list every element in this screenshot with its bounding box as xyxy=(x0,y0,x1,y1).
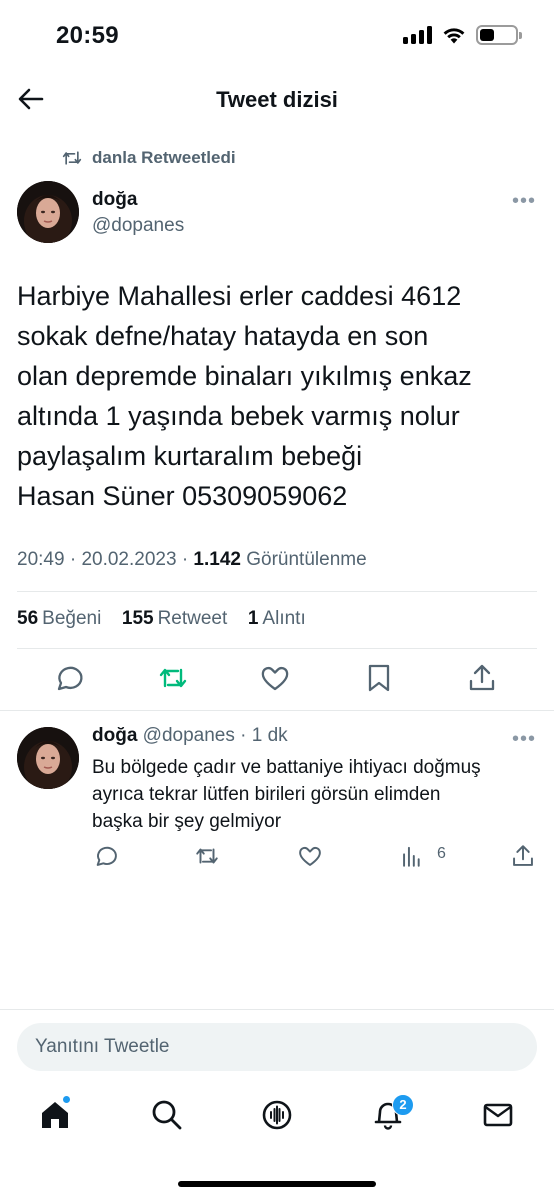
tab-bar: 2 xyxy=(0,1088,554,1148)
retweets-stat[interactable]: 155 Retweet xyxy=(122,608,227,629)
reply-retweet-icon[interactable] xyxy=(194,843,220,869)
reply-input[interactable] xyxy=(17,1023,537,1071)
divider xyxy=(17,591,537,592)
tweet-text-line: sokak defne/hatay hatayda en son xyxy=(17,321,429,351)
reply-views-count: 6 xyxy=(437,845,446,862)
retweets-label: Retweet xyxy=(157,608,228,629)
bookmark-icon[interactable] xyxy=(363,662,395,694)
reply-like-icon[interactable] xyxy=(297,843,323,869)
tweet-text-line: altında 1 yaşında bebek varmış nolur xyxy=(17,401,460,431)
reply-actions: 6 xyxy=(0,843,554,871)
tweet-text-line: Hasan Süner 05309059062 xyxy=(17,481,348,511)
spaces-icon[interactable] xyxy=(260,1098,294,1132)
divider xyxy=(0,1009,554,1010)
likes-count: 56 xyxy=(17,608,39,629)
cellular-signal-icon xyxy=(403,26,432,44)
reply-text-line: Bu bölgede çadır ve battaniye ihtiyacı d… xyxy=(92,757,481,778)
reply-author-handle[interactable]: @dopanes xyxy=(143,725,235,746)
home-indicator xyxy=(178,1181,376,1187)
retweet-context[interactable]: danla Retweetledi xyxy=(62,148,236,168)
reply-header: doğa @dopanes · 1 dk xyxy=(92,725,288,746)
views-label: Görüntülenme xyxy=(246,549,367,570)
divider xyxy=(0,710,554,711)
status-icons xyxy=(403,25,522,45)
likes-stat[interactable]: 56 Beğeni xyxy=(17,608,101,629)
quotes-label: Alıntı xyxy=(262,608,306,629)
quotes-count: 1 xyxy=(247,608,259,629)
battery-icon xyxy=(476,25,522,45)
reply-text-line: ayrıca tekrar lütfen birileri görsün eli… xyxy=(92,784,441,805)
tweet-text: Harbiye Mahallesi erler caddesi 4612 sok… xyxy=(17,276,537,516)
likes-label: Beğeni xyxy=(42,608,102,629)
views-icon[interactable] xyxy=(400,843,426,869)
tweet-meta: 20:49 · 20.02.2023 · 1.142 Görüntülenme xyxy=(17,549,367,570)
wifi-icon xyxy=(443,28,465,44)
messages-icon[interactable] xyxy=(481,1098,515,1132)
retweets-count: 155 xyxy=(121,608,154,629)
tweet-text-line: Harbiye Mahallesi erler caddesi 4612 xyxy=(17,281,462,311)
author-name[interactable]: doğa xyxy=(92,189,137,211)
header: Tweet dizisi xyxy=(0,72,554,128)
avatar[interactable] xyxy=(17,181,79,243)
retweet-context-label: danla Retweetledi xyxy=(92,148,236,167)
tweet-date: 20.02.2023 xyxy=(81,549,177,570)
more-options-icon[interactable]: ••• xyxy=(512,190,536,213)
reply-text-line: başka bir şey gelmiyor xyxy=(92,811,282,832)
reply-author-name[interactable]: doğa xyxy=(92,725,137,746)
quotes-stat[interactable]: 1 Alıntı xyxy=(248,608,306,629)
reply-age: 1 dk xyxy=(251,725,288,746)
reply-icon[interactable] xyxy=(52,662,84,694)
reply-more-options-icon[interactable]: ••• xyxy=(512,728,536,751)
reply-avatar[interactable] xyxy=(17,727,79,789)
notifications-badge: 2 xyxy=(392,1094,414,1116)
tweet-text-line: olan depremde binaları yıkılmış enkaz xyxy=(17,361,472,391)
search-icon[interactable] xyxy=(150,1098,184,1132)
page-title: Tweet dizisi xyxy=(216,87,338,112)
retweet-button-icon[interactable] xyxy=(157,662,189,694)
status-bar: 20:59 xyxy=(0,0,554,70)
reply-reply-icon[interactable] xyxy=(92,843,118,869)
status-time: 20:59 xyxy=(56,22,119,49)
reply-text: Bu bölgede çadır ve battaniye ihtiyacı d… xyxy=(92,754,542,835)
tweet-stats: 56 Beğeni 155 Retweet 1 Alıntı xyxy=(17,608,306,630)
home-unread-dot xyxy=(62,1095,71,1104)
author-handle[interactable]: @dopanes xyxy=(92,215,184,237)
tweet-time: 20:49 xyxy=(17,549,65,570)
tweet-text-line: paylaşalım kurtaralım bebeği xyxy=(17,441,363,471)
retweet-icon xyxy=(62,151,82,165)
like-icon[interactable] xyxy=(259,662,291,694)
share-icon[interactable] xyxy=(466,662,498,694)
tweet-actions xyxy=(0,662,554,698)
reply-share-icon[interactable] xyxy=(510,843,536,869)
views-count: 1.142 xyxy=(193,549,241,570)
divider xyxy=(17,648,537,649)
